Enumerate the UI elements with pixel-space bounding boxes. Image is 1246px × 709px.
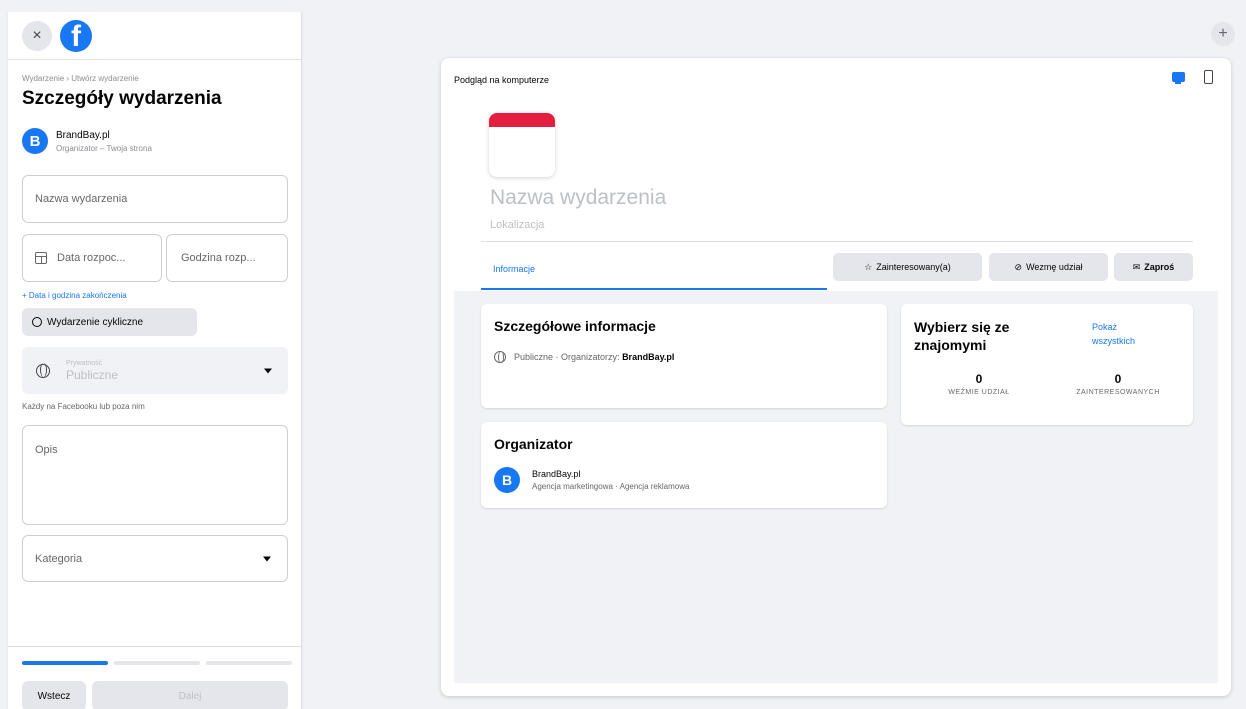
category-select[interactable]: Kategoria xyxy=(22,535,288,582)
interested-stat-label: ZAINTERESOWANYCH xyxy=(1076,389,1160,396)
desktop-icon[interactable] xyxy=(1172,72,1185,84)
start-date-input[interactable]: Data rozpoc... xyxy=(22,234,162,282)
category-placeholder: Kategoria xyxy=(35,552,83,565)
privacy-help-text: Każdy na Facebooku lub poza nim xyxy=(22,402,145,411)
details-organizers[interactable]: BrandBay.pl xyxy=(622,352,674,362)
invite-button[interactable]: ✉ Zaproś xyxy=(1114,253,1193,281)
organizer-card-subtitle: Agencja marketingowa · Agencja reklamowa xyxy=(532,482,690,491)
privacy-label: Prywatność xyxy=(66,359,103,367)
preview-location: Lokalizacja xyxy=(490,219,545,231)
page-title: Szczegóły wydarzenia xyxy=(22,88,222,109)
interested-button[interactable]: ☆ Zainteresowany(a) xyxy=(833,253,982,281)
repeat-icon xyxy=(32,317,42,327)
description-textarea[interactable]: Opis xyxy=(22,425,288,525)
chevron-down-icon xyxy=(263,556,271,561)
close-icon[interactable]: × xyxy=(22,20,52,51)
preview-divider xyxy=(481,241,1193,242)
organizer-line: B BrandBay.pl Agencja marketingowa · Age… xyxy=(494,467,689,493)
details-heading: Szczegółowe informacje xyxy=(494,318,656,334)
calendar-icon xyxy=(35,252,47,264)
organizer-card: Organizator B BrandBay.pl Agencja market… xyxy=(481,422,887,508)
going-label: Wezmę udział xyxy=(1026,262,1083,272)
facebook-logo-icon[interactable]: f xyxy=(60,19,92,52)
organizer-heading: Organizator xyxy=(494,436,573,452)
start-time-placeholder: Godzina rozp... xyxy=(181,252,256,264)
recurring-event-button[interactable]: Wydarzenie cykliczne xyxy=(22,308,197,336)
back-button[interactable]: Wstecz xyxy=(22,681,86,709)
sidebar-header: × f xyxy=(8,12,301,60)
going-stat-label: WEŹMIE UDZIAŁ xyxy=(948,389,1010,396)
organizer-row: B BrandBay.pl Organizator – Twoja strona xyxy=(22,128,152,154)
envelope-icon: ✉ xyxy=(1132,261,1141,272)
next-button[interactable]: Dalej xyxy=(92,681,288,709)
interested-label: Zainteresowany(a) xyxy=(876,262,951,272)
description-placeholder: Opis xyxy=(35,444,58,456)
globe-icon xyxy=(494,350,506,363)
preview-event-name: Nazwa wydarzenia xyxy=(490,186,667,209)
details-privacy-line: Publiczne · Organizatorzy: BrandBay.pl xyxy=(494,350,674,363)
organizer-subtitle: Organizator – Twoja strona xyxy=(56,143,152,153)
plus-icon[interactable]: + xyxy=(1211,22,1235,46)
interested-stat: 0 ZAINTERESOWANYCH xyxy=(1049,372,1187,396)
chevron-down-icon xyxy=(264,368,272,373)
progress-step-1 xyxy=(22,661,108,665)
start-date-placeholder: Data rozpoc... xyxy=(57,252,126,264)
event-creation-sidebar: × f Wydarzenie › Utwórz wydarzenie Szcze… xyxy=(8,12,302,709)
going-stat: 0 WEŹMIE UDZIAŁ xyxy=(921,372,1037,396)
event-name-input[interactable]: Nazwa wydarzenia xyxy=(22,175,288,223)
privacy-select[interactable]: Prywatność Publiczne xyxy=(22,347,288,394)
breadcrumb[interactable]: Wydarzenie › Utwórz wydarzenie xyxy=(22,74,139,83)
show-all-link[interactable]: Pokaż wszystkich xyxy=(1092,320,1162,348)
footer-divider xyxy=(8,646,301,647)
event-calendar-icon xyxy=(489,113,555,177)
star-icon: ☆ xyxy=(864,261,873,272)
avatar: B xyxy=(494,467,520,493)
going-count: 0 xyxy=(975,372,983,386)
interested-count: 0 xyxy=(1114,372,1122,386)
organizer-card-name[interactable]: BrandBay.pl xyxy=(532,469,689,479)
desktop-preview-panel: Podgląd na komputerze Nazwa wydarzenia L… xyxy=(441,58,1231,696)
recurring-label: Wydarzenie cykliczne xyxy=(47,316,144,328)
invite-label: Zaproś xyxy=(1144,262,1175,272)
globe-icon xyxy=(36,363,50,378)
tab-information[interactable]: Informacje xyxy=(481,250,827,290)
organizer-name: BrandBay.pl xyxy=(56,129,110,141)
details-privacy: Publiczne · Organizatorzy: xyxy=(514,352,620,362)
event-name-placeholder: Nazwa wydarzenia xyxy=(35,193,128,205)
preview-body: Szczegółowe informacje Publiczne · Organ… xyxy=(454,291,1218,683)
avatar: B xyxy=(22,128,48,154)
privacy-value: Publiczne xyxy=(66,367,119,382)
check-circle-icon: ⊘ xyxy=(1014,261,1023,272)
start-time-input[interactable]: Godzina rozp... xyxy=(166,234,288,282)
add-end-date-link[interactable]: + Data i godzina zakończenia xyxy=(22,291,127,300)
progress-step-3 xyxy=(206,661,292,665)
step-progress xyxy=(22,661,292,665)
going-button[interactable]: ⊘ Wezmę udział xyxy=(989,253,1108,281)
preview-title: Podgląd na komputerze xyxy=(454,75,550,85)
friends-card: Wybierz się ze znajomymi Pokaż wszystkic… xyxy=(901,304,1193,425)
mobile-icon[interactable] xyxy=(1204,70,1213,84)
details-card: Szczegółowe informacje Publiczne · Organ… xyxy=(481,304,887,408)
friends-heading: Wybierz się ze znajomymi xyxy=(914,319,1010,353)
progress-step-2 xyxy=(114,661,200,665)
